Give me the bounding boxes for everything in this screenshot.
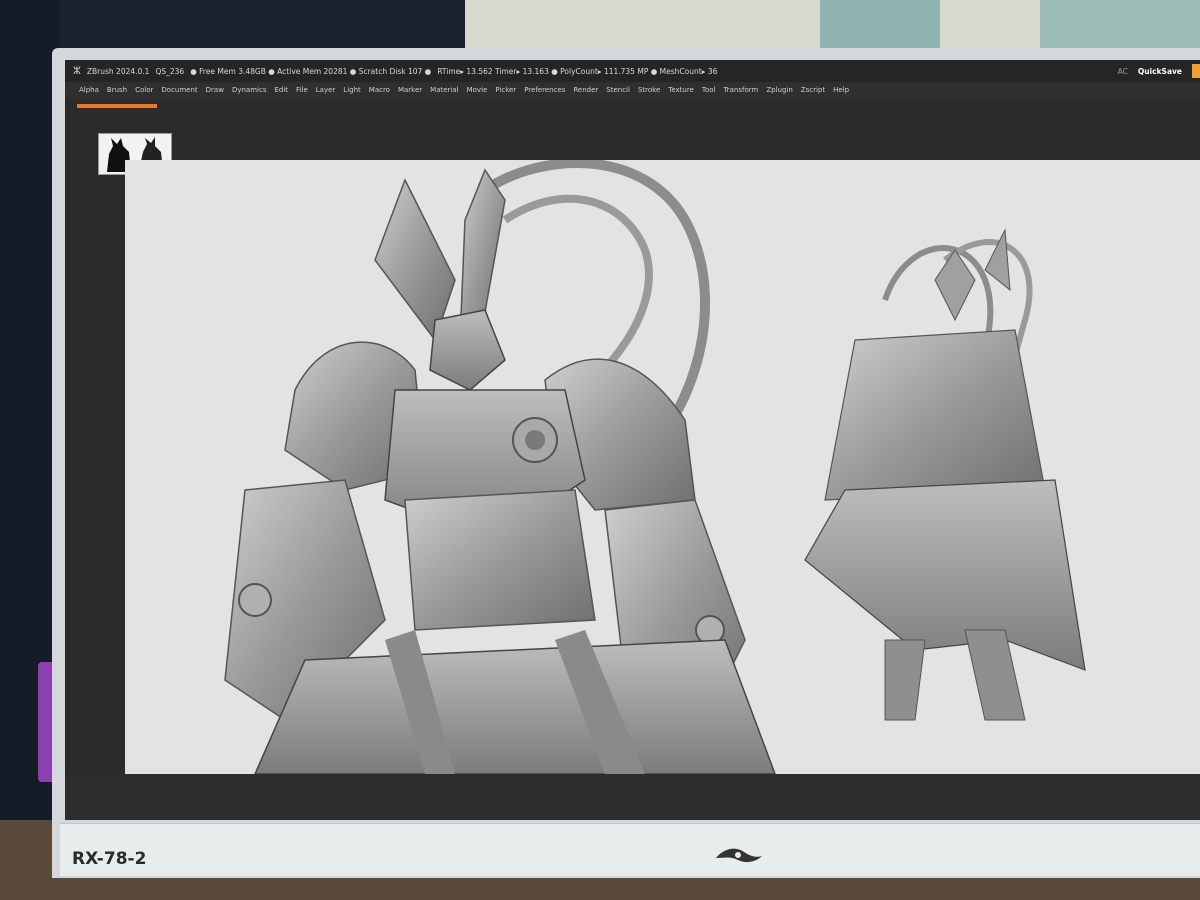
status-qs: QS_236 [155,66,185,76]
monitor-model-label: RX-78-2 [72,849,147,869]
menu-item-zscript[interactable]: Zscript [801,86,825,94]
app-version: ZBrush 2024.0.1 [86,66,150,76]
zbrush-logo-icon: ⵣ [73,65,81,77]
active-indicator-bar [77,104,157,108]
menu-item-zplugin[interactable]: Zplugin [766,86,792,94]
menu-item-dynamics[interactable]: Dynamics [232,86,267,94]
menu-item-draw[interactable]: Draw [206,86,224,94]
rog-logo-icon [716,848,762,863]
sculpt-render [224,160,1086,774]
back-view-figure [804,228,1086,721]
status-timing: RTime▸ 13.562 Timer▸ 13.163 ● PolyCount▸… [437,66,718,76]
bottom-shelf [65,774,1200,820]
menu-item-help[interactable]: Help [833,86,849,94]
status-memory: ● Free Mem 3.48GB ● Active Mem 20281 ● S… [190,66,432,76]
menu-item-macro[interactable]: Macro [369,86,390,94]
menu-item-movie[interactable]: Movie [467,86,488,94]
title-right-controls: AC QuickSave [1118,60,1200,82]
menu-item-marker[interactable]: Marker [398,86,422,94]
menu-item-texture[interactable]: Texture [668,86,694,94]
menu-item-document[interactable]: Document [161,86,197,94]
main-figure [224,160,776,774]
title-bar: ⵣ ZBrush 2024.0.1 QS_236 ● Free Mem 3.48… [65,60,1200,82]
menu-item-preferences[interactable]: Preferences [524,86,565,94]
menu-item-stroke[interactable]: Stroke [638,86,660,94]
viewport-canvas[interactable] [125,160,1200,774]
menu-item-edit[interactable]: Edit [274,86,288,94]
menu-item-color[interactable]: Color [135,86,153,94]
orange-tab-icon[interactable] [1192,64,1200,78]
menu-item-file[interactable]: File [296,86,308,94]
menu-item-render[interactable]: Render [573,86,598,94]
menu-item-tool[interactable]: Tool [702,86,716,94]
menu-item-transform[interactable]: Transform [724,86,759,94]
menu-item-picker[interactable]: Picker [495,86,516,94]
monitor-bottom-bezel [60,823,1200,876]
menu-item-light[interactable]: Light [343,86,360,94]
quicksave-button[interactable]: QuickSave [1138,67,1182,76]
menu-item-layer[interactable]: Layer [316,86,336,94]
menu-item-alpha[interactable]: Alpha [79,86,99,94]
menu-item-brush[interactable]: Brush [107,86,127,94]
ac-button[interactable]: AC [1118,67,1128,76]
menu-bar: Alpha Brush Color Document Draw Dynamics… [65,82,1200,98]
menu-item-material[interactable]: Material [430,86,458,94]
monitor-screen: ⵣ ZBrush 2024.0.1 QS_236 ● Free Mem 3.48… [65,60,1200,820]
menu-item-stencil[interactable]: Stencil [606,86,630,94]
